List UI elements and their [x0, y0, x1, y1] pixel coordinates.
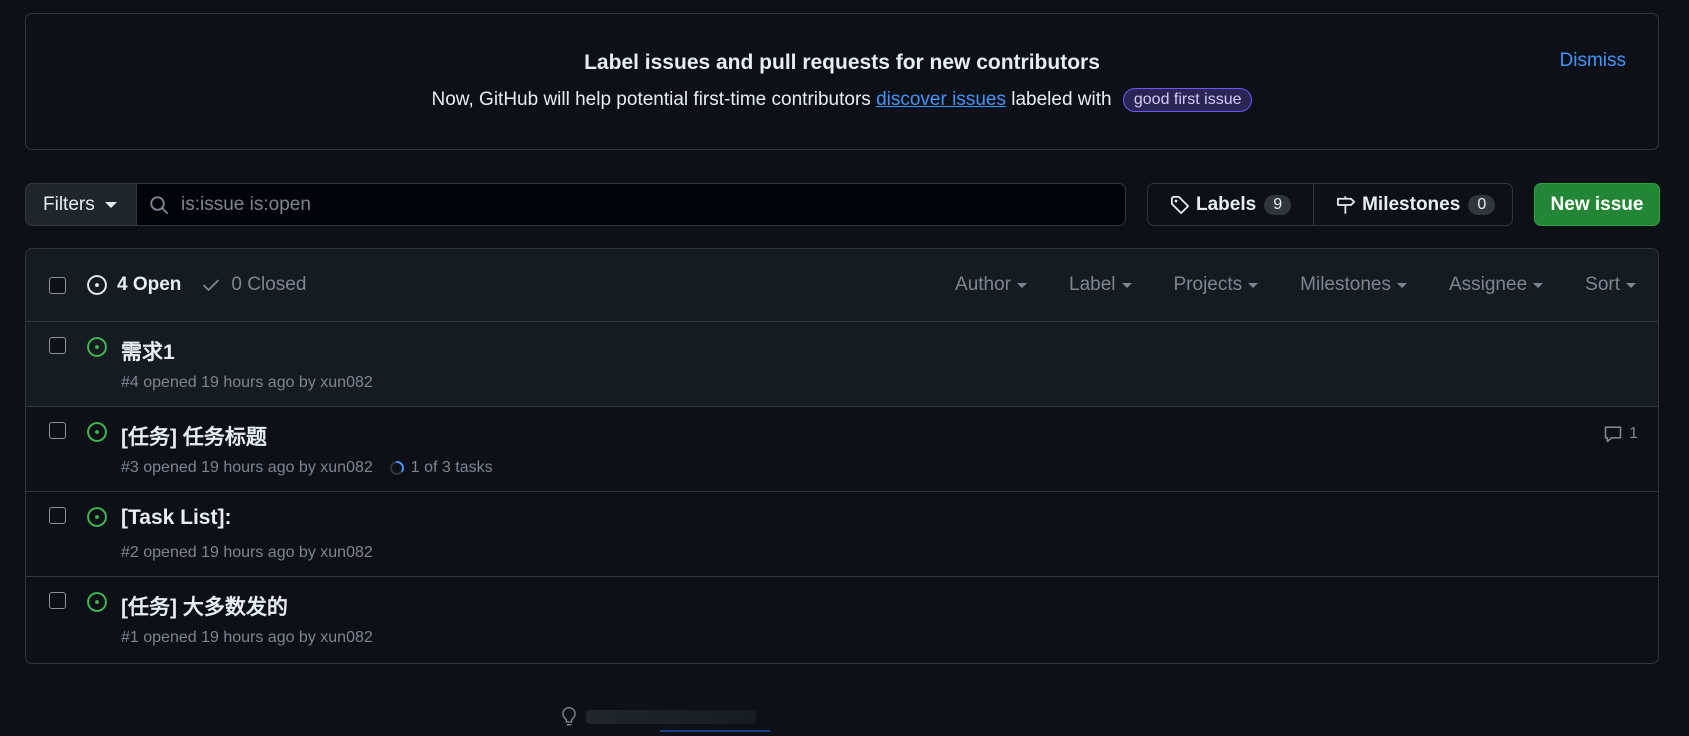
banner-text-after: labeled with	[1005, 89, 1112, 110]
issue-meta-text: #4 opened 19 hours ago by xun082	[121, 374, 373, 391]
assignee-filter[interactable]: Assignee	[1448, 274, 1544, 296]
chevron-down-icon	[1017, 282, 1027, 288]
tag-icon	[1171, 195, 1189, 214]
label-filter[interactable]: Label	[1069, 274, 1132, 296]
protip-text-obscured	[586, 710, 756, 724]
issue-checkbox[interactable]	[49, 592, 66, 609]
new-issue-button[interactable]: New issue	[1534, 183, 1660, 226]
issue-meta-text: #1 opened 19 hours ago by xun082	[121, 629, 373, 646]
filters-label: Filters	[43, 193, 95, 215]
task-progress-label: 1 of 3 tasks	[410, 459, 493, 476]
chevron-down-icon	[1626, 282, 1636, 288]
list-filters: Author Label Projects Milestones Assigne…	[913, 274, 1636, 296]
issues-list-header: 4 Open 0 Closed Author Label Projects Mi…	[26, 249, 1658, 322]
issue-meta: #2 opened 19 hours ago by xun082	[121, 544, 373, 562]
lightbulb-icon	[562, 706, 576, 726]
search-icon	[150, 195, 169, 214]
banner-text-before: Now, GitHub will help potential first-ti…	[431, 89, 877, 110]
comments-link[interactable]: 1	[1603, 424, 1638, 444]
labels-milestones-group: Labels 9 Milestones 0	[1147, 183, 1513, 226]
issue-meta-text: #2 opened 19 hours ago by xun082	[121, 544, 373, 561]
sort-filter[interactable]: Sort	[1585, 274, 1636, 296]
milestones-label: Milestones	[1362, 193, 1461, 215]
issue-opened-icon	[87, 592, 107, 612]
issue-meta: #3 opened 19 hours ago by xun082 1 of 3 …	[121, 459, 493, 477]
contributor-banner: Label issues and pull requests for new c…	[25, 13, 1659, 150]
closed-count-label: 0 Closed	[231, 274, 307, 295]
protip	[560, 706, 756, 728]
task-progress-icon	[389, 461, 404, 475]
milestones-count: 0	[1468, 194, 1496, 215]
issue-opened-icon	[87, 337, 107, 357]
open-count-label: 4 Open	[117, 274, 182, 295]
discover-issues-link[interactable]: discover issues	[876, 89, 1006, 110]
issues-list: 4 Open 0 Closed Author Label Projects Mi…	[25, 248, 1659, 664]
chevron-down-icon	[1533, 282, 1544, 288]
search-input[interactable]	[181, 193, 1081, 216]
assignee-filter-label: Assignee	[1448, 274, 1528, 295]
issue-opened-icon	[87, 507, 107, 527]
chevron-down-icon	[1396, 282, 1407, 288]
issue-search-field[interactable]	[136, 183, 1126, 226]
task-progress[interactable]: 1 of 3 tasks	[389, 459, 493, 477]
issue-row[interactable]: [Task List]: #2 opened 19 hours ago by x…	[26, 492, 1658, 577]
issue-meta-text: #3 opened 19 hours ago by xun082	[121, 459, 373, 476]
good-first-issue-label[interactable]: good first issue	[1122, 88, 1253, 112]
issue-row[interactable]: [任务] 大多数发的 #1 opened 19 hours ago by xun…	[26, 577, 1658, 662]
banner-text: Now, GitHub will help potential first-ti…	[26, 88, 1658, 112]
protip-link-underline	[660, 730, 770, 732]
select-all-checkbox[interactable]	[49, 276, 66, 294]
dismiss-button[interactable]: Dismiss	[1560, 50, 1627, 72]
chevron-down-icon	[1121, 282, 1132, 288]
milestones-button[interactable]: Milestones 0	[1313, 184, 1517, 225]
labels-label: Labels	[1196, 193, 1257, 215]
closed-issues-tab[interactable]: 0 Closed	[201, 274, 306, 296]
issue-row[interactable]: 需求1 #4 opened 19 hours ago by xun082	[26, 322, 1658, 407]
labels-button[interactable]: Labels 9	[1148, 184, 1313, 225]
issue-checkbox[interactable]	[49, 507, 66, 524]
chevron-down-icon	[104, 201, 117, 208]
projects-filter[interactable]: Projects	[1174, 274, 1259, 296]
sort-filter-label: Sort	[1585, 274, 1620, 295]
state-toggles: 4 Open 0 Closed	[86, 274, 306, 296]
author-filter[interactable]: Author	[955, 274, 1027, 296]
issue-opened-icon	[87, 422, 107, 442]
comment-icon	[1604, 426, 1622, 443]
issue-row[interactable]: [任务] 任务标题 #3 opened 19 hours ago by xun0…	[26, 407, 1658, 492]
milestones-filter[interactable]: Milestones	[1300, 274, 1407, 296]
issue-checkbox[interactable]	[49, 422, 66, 439]
check-icon	[203, 279, 220, 291]
author-filter-label: Author	[955, 274, 1011, 295]
labels-count: 9	[1264, 194, 1292, 215]
banner-title: Label issues and pull requests for new c…	[584, 51, 1100, 74]
comment-count: 1	[1629, 425, 1638, 442]
issue-checkbox[interactable]	[49, 337, 66, 354]
milestones-filter-label: Milestones	[1300, 274, 1391, 295]
chevron-down-icon	[1248, 282, 1259, 288]
milestone-icon	[1337, 195, 1356, 214]
issue-meta: #4 opened 19 hours ago by xun082	[121, 374, 373, 392]
open-issues-tab[interactable]: 4 Open	[86, 274, 181, 296]
issue-title-link[interactable]: [Task List]:	[121, 506, 231, 530]
issue-title-link[interactable]: [任务] 任务标题	[121, 421, 267, 451]
issue-title-link[interactable]: [任务] 大多数发的	[121, 591, 288, 621]
projects-filter-label: Projects	[1173, 274, 1243, 295]
issue-opened-icon	[87, 275, 107, 295]
issue-meta: #1 opened 19 hours ago by xun082	[121, 629, 373, 647]
issue-title-link[interactable]: 需求1	[121, 336, 175, 366]
filters-dropdown[interactable]: Filters	[25, 183, 137, 226]
label-filter-label: Label	[1069, 274, 1116, 295]
